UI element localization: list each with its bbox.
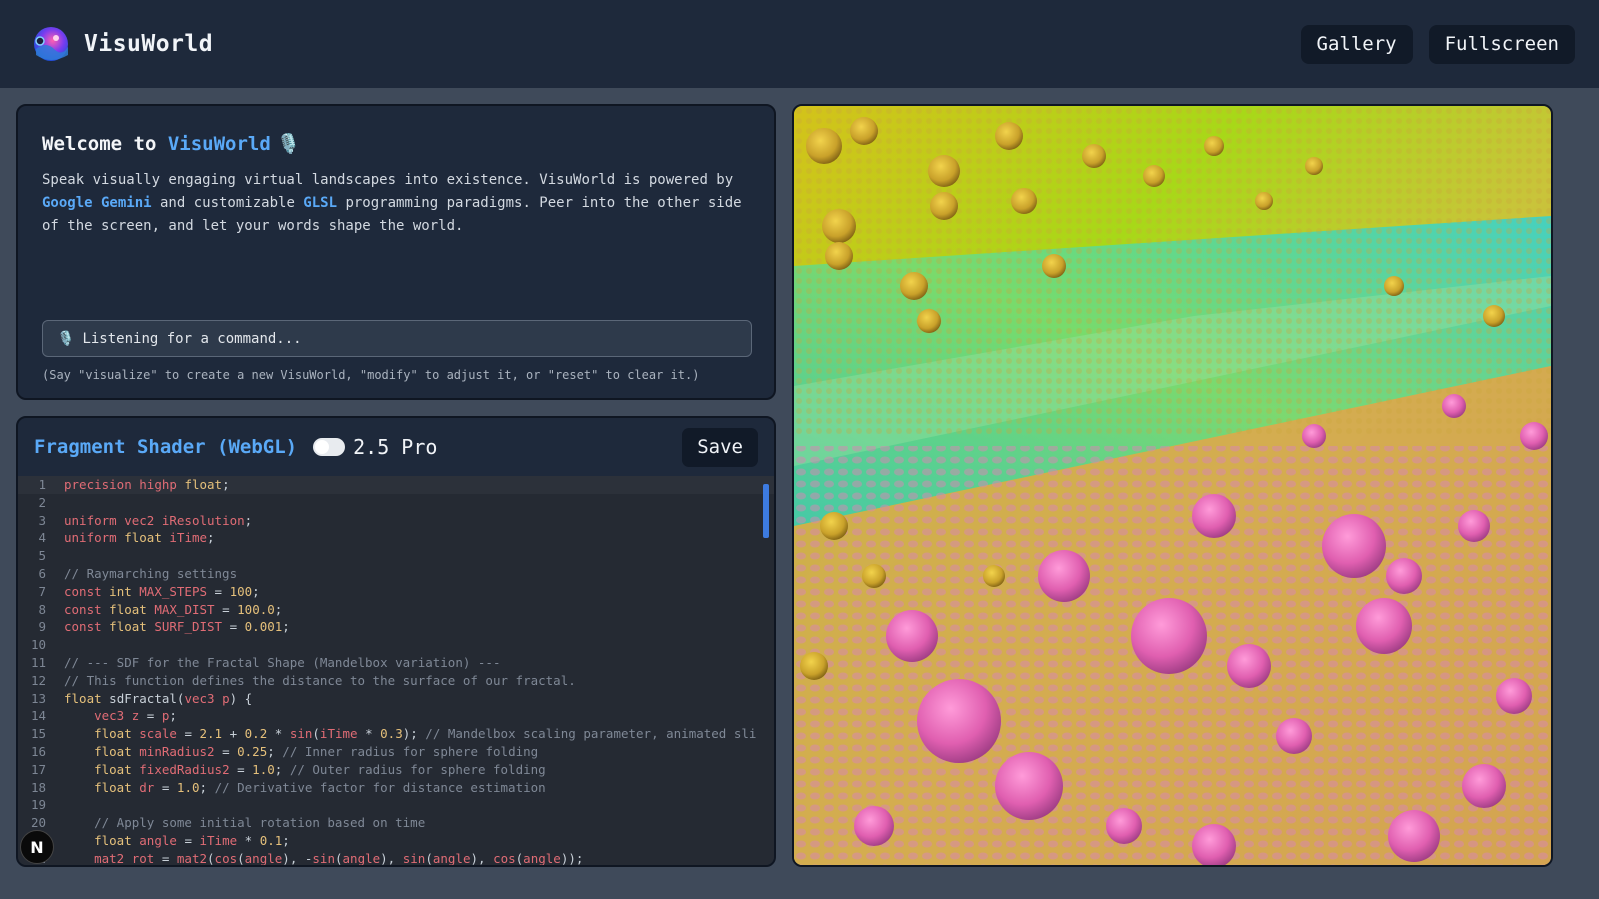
glsl-link[interactable]: GLSL: [303, 195, 337, 211]
code-text: float angle = iTime * 0.1;: [94, 832, 290, 848]
code-text: uniform float iTime;: [64, 530, 215, 546]
code-text: uniform vec2 iResolution;: [64, 512, 253, 528]
line-number: 1: [38, 477, 46, 492]
voice-status-field[interactable]: 🎙️ Listening for a command...: [42, 320, 752, 357]
line-number: 2: [38, 494, 46, 510]
welcome-description: Speak visually engaging virtual landscap…: [42, 169, 754, 238]
code-text: // Apply some initial rotation based on …: [94, 815, 426, 831]
fullscreen-button[interactable]: Fullscreen: [1428, 24, 1575, 64]
line-number: 19: [30, 797, 46, 813]
code-line[interactable]: 18 float dr = 1.0; // Derivative factor …: [18, 779, 774, 797]
code-line[interactable]: 8 const float MAX_DIST = 100.0;: [18, 601, 774, 619]
code-text: float dr = 1.0; // Derivative factor for…: [94, 779, 546, 795]
line-number: 8: [38, 601, 46, 617]
code-text: precision highp float;: [64, 477, 230, 492]
n-badge-icon[interactable]: N: [20, 830, 54, 864]
code-line[interactable]: 6 // Raymarching settings: [18, 565, 774, 583]
top-bar: VisuWorld Gallery Fullscreen: [0, 0, 1599, 88]
code-line[interactable]: 19: [18, 796, 774, 814]
line-number: 18: [30, 779, 46, 795]
line-number: 3: [38, 512, 46, 528]
save-button[interactable]: Save: [682, 427, 758, 467]
code-line[interactable]: 22 mat2 rot = mat2(cos(angle), -sin(angl…: [18, 850, 774, 866]
code-text: // --- SDF for the Fractal Shape (Mandel…: [64, 654, 501, 670]
gallery-button[interactable]: Gallery: [1300, 24, 1413, 64]
top-nav: Gallery Fullscreen: [1300, 24, 1575, 64]
code-line[interactable]: 7 const int MAX_STEPS = 100;: [18, 583, 774, 601]
code-line[interactable]: 9 const float SURF_DIST = 0.001;: [18, 618, 774, 636]
welcome-title: Welcome to VisuWorld 🎙️: [42, 132, 750, 155]
code-text: float minRadius2 = 0.25; // Inner radius…: [94, 743, 539, 759]
line-number: 6: [38, 565, 46, 581]
voice-status-text: Listening for a command...: [82, 330, 302, 347]
code-text: // This function defines the distance to…: [64, 672, 576, 688]
shader-editor-panel: Fragment Shader (WebGL) 2.5 Pro Save 1 pr…: [16, 416, 776, 867]
code-text: vec3 z = p;: [94, 708, 177, 724]
code-line[interactable]: 4 uniform float iTime;: [18, 529, 774, 547]
code-line[interactable]: 17 float fixedRadius2 = 1.0; // Outer ra…: [18, 761, 774, 779]
code-text: mat2 rot = mat2(cos(angle), -sin(angle),…: [94, 850, 584, 866]
code-text: const int MAX_STEPS = 100;: [64, 583, 260, 599]
line-number: 11: [30, 654, 46, 670]
code-line[interactable]: 12 // This function defines the distance …: [18, 672, 774, 690]
line-number: 17: [30, 761, 46, 777]
scrollbar-thumb[interactable]: [763, 484, 769, 538]
model-toggle[interactable]: [313, 438, 346, 456]
model-label: 2.5 Pro: [353, 435, 438, 459]
brand[interactable]: VisuWorld: [32, 25, 213, 63]
code-line[interactable]: 13 float sdFractal(vec3 p) {: [18, 690, 774, 708]
code-line[interactable]: 5: [18, 547, 774, 565]
app-name: VisuWorld: [84, 31, 214, 57]
code-line[interactable]: 15 float scale = 2.1 + 0.2 * sin(iTime *…: [18, 725, 774, 743]
code-text: float scale = 2.1 + 0.2 * sin(iTime * 0.…: [94, 726, 757, 742]
welcome-title-accent: VisuWorld: [167, 133, 271, 155]
code-line[interactable]: 16 float minRadius2 = 0.25; // Inner rad…: [18, 743, 774, 761]
description-text-1: Speak visually engaging virtual landscap…: [42, 172, 734, 188]
code-scrollbar[interactable]: [762, 478, 770, 863]
command-hint: (Say "visualize" to create a new VisuWor…: [42, 368, 700, 382]
code-line[interactable]: 21 float angle = iTime * 0.1;: [18, 832, 774, 850]
line-number: 5: [38, 548, 46, 564]
line-number: 14: [30, 708, 46, 724]
line-number: 9: [38, 619, 46, 635]
logo-icon: [34, 27, 68, 61]
code-line[interactable]: 20 // Apply some initial rotation based …: [18, 814, 774, 832]
line-number: 4: [38, 530, 46, 546]
shader-canvas[interactable]: [792, 104, 1553, 867]
fractal-render: [794, 106, 1551, 865]
code-line[interactable]: 10: [18, 636, 774, 654]
editor-title: Fragment Shader (WebGL): [34, 436, 298, 458]
code-line[interactable]: 3 uniform vec2 iResolution;: [18, 512, 774, 530]
description-text-2: and customizable: [151, 195, 304, 211]
microphone-status-icon: 🎙️: [57, 330, 75, 347]
line-number: 7: [38, 583, 46, 599]
code-editor[interactable]: 1 precision highp float; 2 3 uniform vec2 iR…: [18, 476, 774, 866]
code-text: float fixedRadius2 = 1.0; // Outer radiu…: [94, 761, 546, 777]
line-number: 15: [30, 726, 46, 742]
code-line[interactable]: 2: [18, 494, 774, 512]
line-number: 10: [30, 637, 46, 653]
line-number: 13: [30, 690, 46, 706]
welcome-panel: Welcome to VisuWorld 🎙️ Speak visually en…: [16, 104, 776, 400]
line-number: 16: [30, 743, 46, 759]
editor-header: Fragment Shader (WebGL) 2.5 Pro Save: [18, 418, 774, 476]
code-line[interactable]: 14 vec3 z = p;: [18, 707, 774, 725]
code-line[interactable]: 11 // --- SDF for the Fractal Shape (Mand…: [18, 654, 774, 672]
gemini-link[interactable]: Google Gemini: [42, 195, 152, 211]
code-text: // Raymarching settings: [64, 565, 238, 581]
code-text: const float MAX_DIST = 100.0;: [64, 601, 283, 617]
microphone-icon: 🎙️: [276, 133, 301, 155]
welcome-title-prefix: Welcome to: [42, 133, 168, 155]
code-text: const float SURF_DIST = 0.001;: [64, 619, 290, 635]
code-line[interactable]: 1 precision highp float;: [18, 476, 774, 494]
code-text: float sdFractal(vec3 p) {: [64, 690, 253, 706]
line-number: 12: [30, 672, 46, 688]
